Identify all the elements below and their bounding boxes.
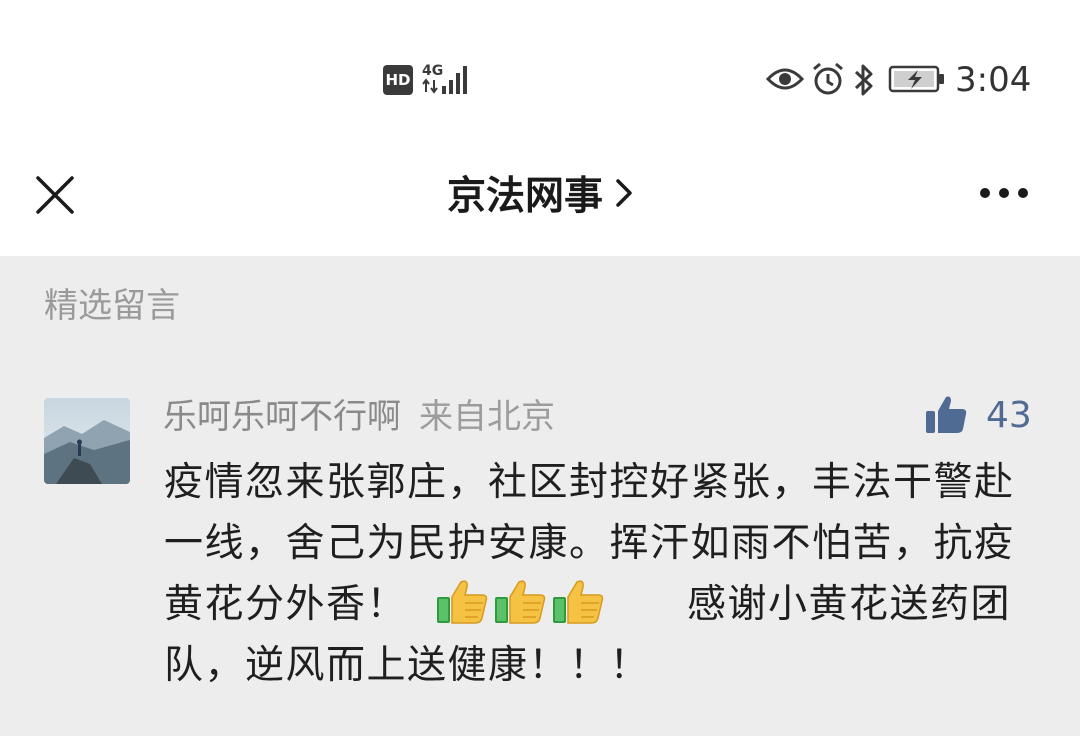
comments-section: 精选留言 乐呵乐呵不行啊 来自北京 43 疫情忽来张郭庄，社区封控好紧张，丰法干… xyxy=(0,256,1080,736)
like-button[interactable]: 43 xyxy=(924,390,1036,442)
more-button[interactable] xyxy=(974,175,1034,211)
close-icon xyxy=(36,176,74,214)
battery-charging-icon xyxy=(888,65,944,93)
comment-location: 来自北京 xyxy=(419,397,555,437)
thumbs-up-icon xyxy=(926,396,967,433)
nav-bar: 京法网事 xyxy=(0,130,1080,256)
thumbs-up-emoji-group xyxy=(433,580,607,627)
like-count: 43 xyxy=(986,395,1032,436)
comment-username[interactable]: 乐呵乐呵不行啊 xyxy=(163,397,401,437)
avatar[interactable] xyxy=(44,398,130,484)
status-time: 3:04 xyxy=(955,60,1032,100)
bluetooth-icon xyxy=(854,64,873,96)
thumbs-up-emoji xyxy=(495,580,546,624)
account-title[interactable]: 京法网事 xyxy=(447,165,603,221)
comment-meta: 乐呵乐呵不行啊 来自北京 xyxy=(163,396,555,438)
comment-text: 疫情忽来张郭庄，社区封控好紧张，丰法干警赴一线，舍己为民护安康。挥汗如雨不怕苦，… xyxy=(164,452,1024,696)
hd-icon: HD xyxy=(383,65,413,95)
avatar-image xyxy=(44,398,130,484)
alarm-icon xyxy=(813,62,843,95)
status-bar: HD 4G 3:04 xyxy=(0,0,1080,130)
4g-signal-icon: 4G xyxy=(422,63,467,94)
more-dots-icon xyxy=(980,188,1028,198)
eye-icon xyxy=(766,68,804,90)
chevron-right-icon[interactable] xyxy=(615,178,633,208)
close-button[interactable] xyxy=(30,170,80,220)
thumbs-up-emoji xyxy=(437,580,488,624)
section-title: 精选留言 xyxy=(44,286,180,326)
network-label: 4G xyxy=(422,63,443,79)
thumbs-up-emoji xyxy=(553,580,604,624)
